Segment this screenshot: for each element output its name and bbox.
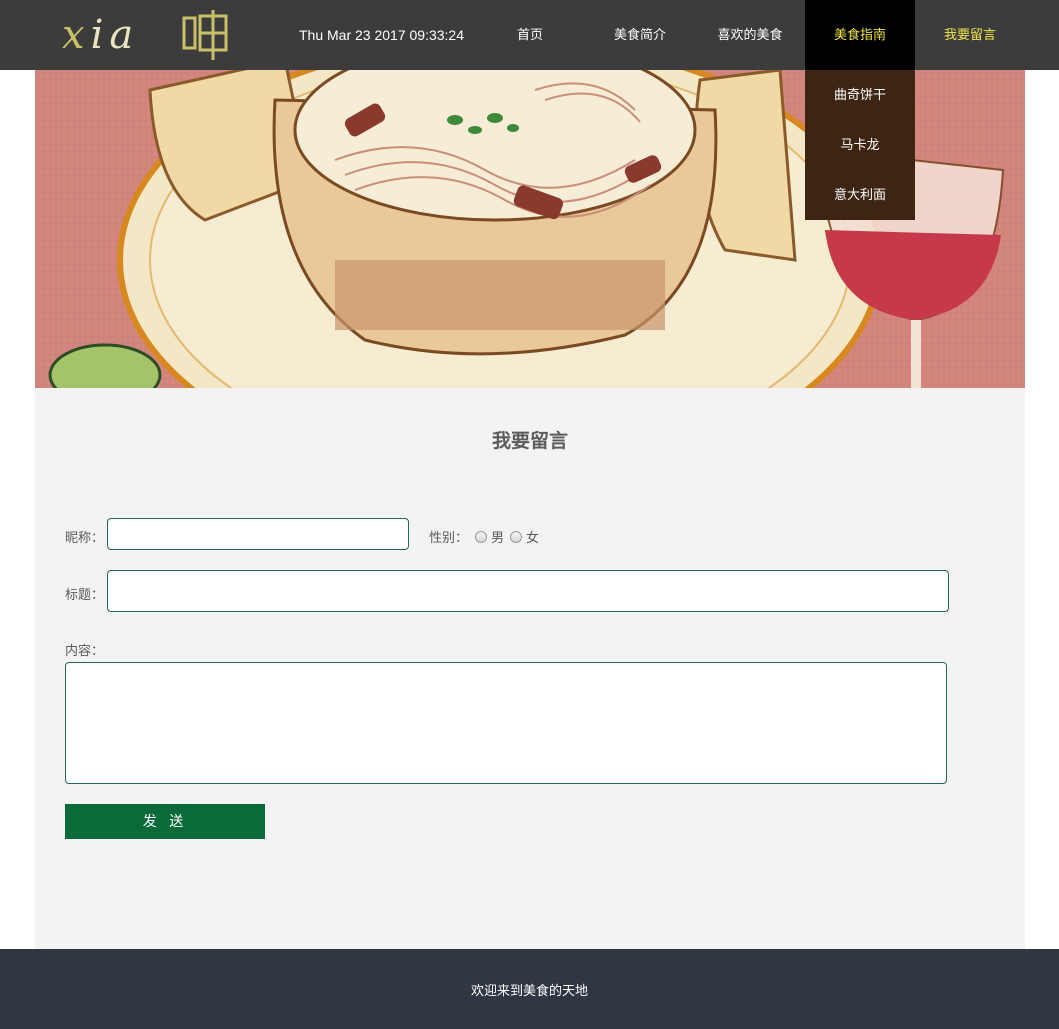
- nav-item-home[interactable]: 首页: [475, 0, 585, 70]
- footer: 欢迎来到美食的天地: [0, 949, 1059, 1029]
- logo-text-part2: ia: [90, 12, 140, 58]
- logo-text-part1: x: [62, 12, 91, 58]
- page-title: 我要留言: [491, 430, 568, 452]
- nickname-input[interactable]: [107, 518, 409, 550]
- nav-item-food-guide[interactable]: 美食指南: [805, 0, 915, 70]
- gender-option-female[interactable]: 女: [510, 527, 539, 546]
- gender-male-label: 男: [491, 531, 505, 546]
- radio-male[interactable]: [475, 530, 487, 543]
- gender-option-male[interactable]: 男: [475, 527, 504, 546]
- site-logo[interactable]: xia: [62, 10, 139, 60]
- jia-character-logo-icon: [182, 10, 228, 60]
- dropdown-item-macaron[interactable]: 马卡龙: [805, 120, 915, 170]
- nav-item-food-intro[interactable]: 美食简介: [585, 0, 695, 70]
- nickname-label: 昵称：: [65, 531, 105, 546]
- subject-input[interactable]: [107, 570, 949, 612]
- message-form-section: 我要留言 昵称： 性别： 男 女 标题： 内容： 发 送: [35, 388, 1025, 949]
- content-textarea[interactable]: [65, 662, 947, 784]
- dropdown-item-pasta[interactable]: 意大利面: [805, 170, 915, 220]
- current-datetime: Thu Mar 23 2017 09:33:24: [299, 27, 465, 43]
- food-guide-dropdown: 曲奇饼干 马卡龙 意大利面: [805, 70, 915, 220]
- footer-text: 欢迎来到美食的天地: [470, 984, 588, 999]
- gender-female-label: 女: [526, 531, 540, 546]
- dropdown-item-cookies[interactable]: 曲奇饼干: [805, 70, 915, 120]
- subject-label: 标题：: [65, 588, 105, 603]
- gender-label: 性别：: [429, 531, 469, 546]
- nav-item-leave-message[interactable]: 我要留言: [915, 0, 1025, 70]
- send-button[interactable]: 发 送: [65, 804, 265, 839]
- radio-female[interactable]: [510, 530, 522, 543]
- content-label: 内容：: [65, 644, 105, 659]
- nav-item-favorite-food[interactable]: 喜欢的美食: [695, 0, 805, 70]
